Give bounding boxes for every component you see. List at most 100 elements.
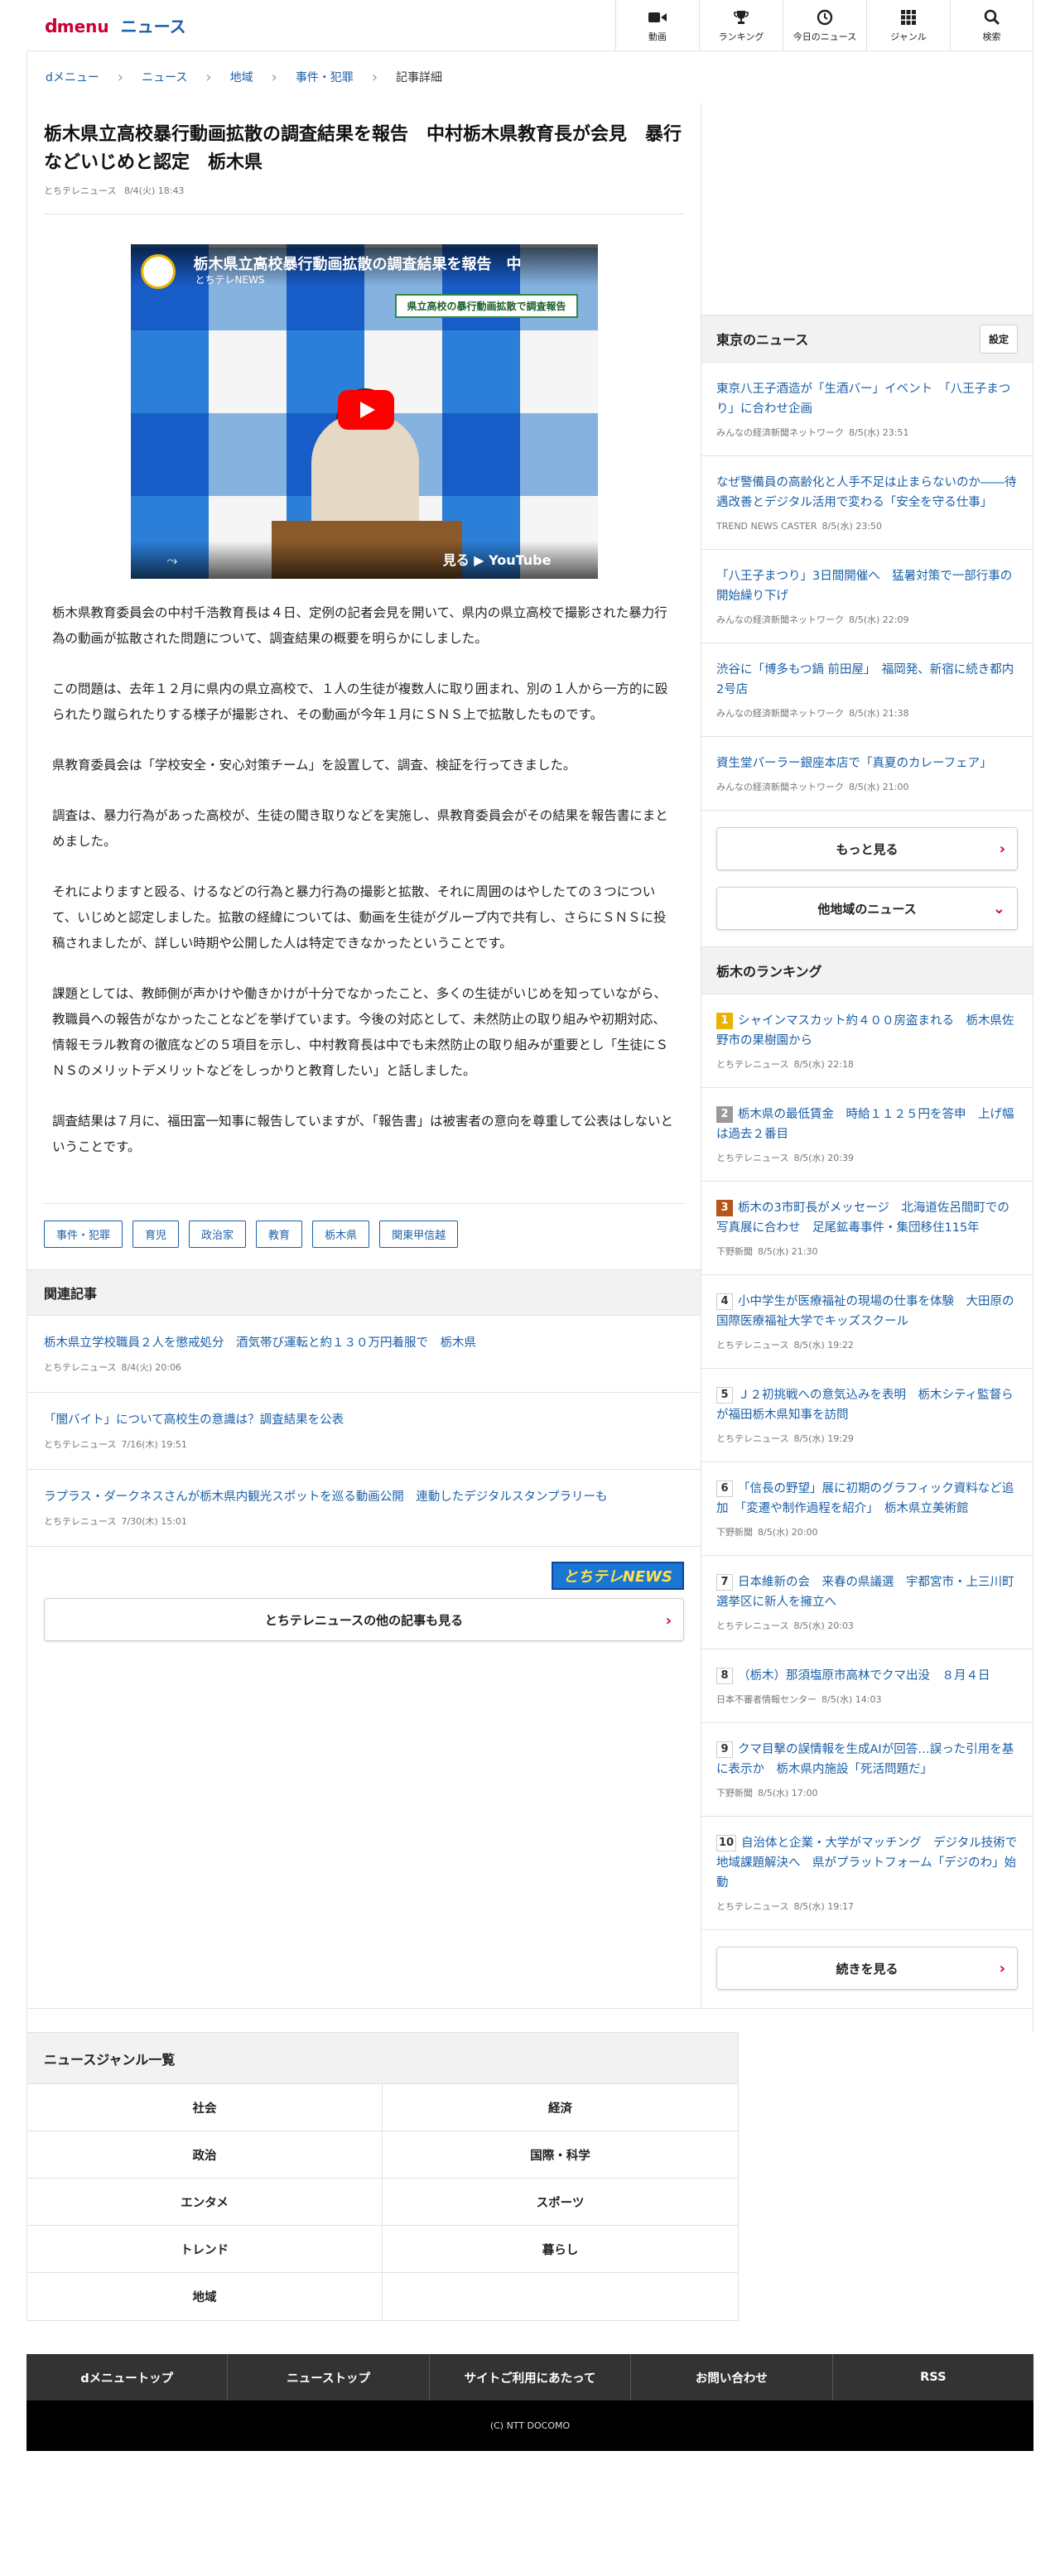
more-source-articles-label: とちテレニュースの他の記事も見る [264,1612,464,1628]
channel-avatar-icon[interactable] [140,254,176,289]
rank-number: 2 [716,1106,733,1123]
tokyo-news-item-title[interactable]: 「八王子まつり」3日間開催へ 猛暑対策で一部行事の開始繰り下げ [716,566,1018,606]
nav-ranking[interactable]: ランキング [699,0,783,51]
footer-rss[interactable]: RSS [833,2354,1034,2400]
rank-number: 9 [716,1741,733,1758]
ranking-item[interactable]: 7 日本維新の会 来春の県議選 宇都宮市・上三川町選挙区に新人を擁立へとちテレニュ… [701,1556,1033,1649]
chevron-down-icon: ⌄ [992,900,1005,917]
ranking-item-link[interactable]: 1 シャインマスカット約４００房盗まれる 栃木県佐野市の果樹園から [716,1011,1018,1051]
tokyo-news-item-title[interactable]: なぜ警備員の高齢化と人手不足は止まらないのか――待遇改善とデジタル活用で変わる「… [716,473,1018,513]
related-title[interactable]: 栃木県立学校職員２人を懲戒処分 酒気帯び運転と約１３０万円着服で 栃木県 [44,1334,684,1352]
tokyo-news-item-title[interactable]: 渋谷に「博多もつ鍋 前田屋」 福岡発、新宿に続き都内2号店 [716,660,1018,700]
tokyo-news-heading: 東京のニュース 設定 [701,315,1033,363]
ranking-more-button[interactable]: 続きを見る › [716,1947,1018,1990]
related-item[interactable]: 栃木県立学校職員２人を懲戒処分 酒気帯び運転と約１３０万円着服で 栃木県 とちテ… [27,1316,701,1393]
breadcrumb-crime[interactable]: 事件・犯罪 [296,69,354,85]
genre-life[interactable]: 暮らし [383,2226,738,2273]
ranking-title: 栃木のランキング [716,964,822,980]
video-title[interactable]: 栃木県立高校暴行動画拡散の調査結果を報告 中 [194,256,522,273]
footer-dmenu-top[interactable]: dメニュートップ [26,2354,229,2400]
tokyo-news-item-date: 8/5(水) 21:00 [849,782,909,792]
trophy-icon [733,8,749,26]
tokyo-news-item[interactable]: なぜ警備員の高齢化と人手不足は止まらないのか――待遇改善とデジタル活用で変わる「… [701,456,1033,550]
tokyo-news-item[interactable]: 「八王子まつり」3日間開催へ 猛暑対策で一部行事の開始繰り下げ みんなの経済新聞ネ… [701,550,1033,643]
genre-entertainment[interactable]: エンタメ [27,2179,383,2226]
share-icon[interactable]: ⤳ [167,552,178,569]
tag-education[interactable]: 教育 [256,1221,303,1248]
ranking-item[interactable]: 1 シャインマスカット約４００房盗まれる 栃木県佐野市の果樹園から とちテレニュース… [701,994,1033,1088]
ranking-more-label: 続きを見る [836,1961,899,1977]
genre-politics[interactable]: 政治 [27,2131,383,2179]
nav-video[interactable]: 動画 [615,0,699,51]
source-logo[interactable]: とちテレNEWS [27,1547,684,1590]
nav-ranking-label: ランキング [718,31,764,42]
related-title[interactable]: ラプラス・ダークネスさんが栃木県内観光スポットを巡る動画公開 連動したデジタルス… [44,1488,684,1506]
nav-today[interactable]: 今日のニュース [783,0,866,51]
tag-tochigi[interactable]: 栃木県 [312,1221,370,1248]
ranking-item-meta: 日本不審者情報センター 8/5(水) 14:03 [716,1692,1018,1706]
genre-world-science[interactable]: 国際・科学 [383,2131,738,2179]
ranking-item[interactable]: 9 クマ目撃の誤情報を生成AIが回答…誤った引用を基に表示か 栃木県内施設「死活問… [701,1723,1033,1817]
search-icon [984,8,1000,26]
tokyo-news-item[interactable]: 渋谷に「博多もつ鍋 前田屋」 福岡発、新宿に続き都内2号店 みんなの経済新聞ネット… [701,643,1033,737]
ranking-item[interactable]: 10 自治体と企業・大学がマッチング デジタル技術で地域課題解決へ 県がプラットフ… [701,1817,1033,1930]
breadcrumb-news[interactable]: ニュース [142,69,187,85]
nav-genre-label: ジャンル [890,31,927,42]
watch-on-youtube-button[interactable]: 見る ▶ YouTube [443,549,552,569]
related-item[interactable]: 「闇バイト」について高校生の意識は？調査結果を公表 とちテレニュース 7/16(木… [27,1393,701,1470]
ranking-item[interactable]: 4 小中学生が医療福祉の現場の仕事を体験 大田原の国際医療福祉大学でキッズスクール… [701,1275,1033,1369]
ranking-item[interactable]: 5 Ｊ２初挑戦への意気込みを表明 栃木シティ監督らが福田栃木県知事を訪問とちテレニ… [701,1369,1033,1462]
tag-childcare[interactable]: 育児 [132,1221,180,1248]
rank-number: 10 [716,1835,736,1851]
ranking-item-date: 8/5(水) 19:17 [793,1901,854,1912]
ranking-item-link[interactable]: 9 クマ目撃の誤情報を生成AIが回答…誤った引用を基に表示か 栃木県内施設「死活問… [716,1740,1018,1779]
ranking-item[interactable]: 3 栃木の3市町長がメッセージ 北海道佐呂間町での写真展に合わせ 足尾鉱毒事件・集… [701,1182,1033,1275]
tag-politician[interactable]: 政治家 [189,1221,247,1248]
breadcrumb-region[interactable]: 地域 [230,69,253,85]
genre-economy[interactable]: 経済 [383,2084,738,2131]
ranking-item-link[interactable]: 4 小中学生が医療福祉の現場の仕事を体験 大田原の国際医療福祉大学でキッズスクール [716,1292,1018,1331]
footer-contact[interactable]: お問い合わせ [631,2354,833,2400]
video-player[interactable]: 県立高校の暴行動画拡散で調査報告 栃木県立高校暴行動画拡散の調査結果を報告 中 … [130,244,598,579]
tokyo-news-item-title[interactable]: 東京八王子酒造が「生酒バー」イベント 「八王子まつり」に合わせ企画 [716,379,1018,419]
ranking-item-link[interactable]: 2 栃木県の最低賃金 時給１１２５円を答申 上げ幅は過去２番目 [716,1105,1018,1144]
article-paragraph: 栃木県教育委員会の中村千浩教育長は４日、定例の記者会見を開いて、県内の県立高校で… [52,605,667,646]
tokyo-news-item-meta: みんなの経済新聞ネットワーク 8/5(水) 21:00 [716,780,1018,793]
settings-button[interactable]: 設定 [979,324,1018,354]
tokyo-news-item[interactable]: 資生堂パーラー銀座本店で「真夏のカレーフェア」みんなの経済新聞ネットワーク 8/5… [701,737,1033,811]
footer-terms[interactable]: サイトご利用にあたって [430,2354,632,2400]
tokyo-more-button[interactable]: もっと見る › [716,827,1018,870]
ranking-item-link[interactable]: 3 栃木の3市町長がメッセージ 北海道佐呂間町での写真展に合わせ 足尾鉱毒事件・集… [716,1198,1018,1238]
ranking-item-date: 8/5(水) 20:03 [793,1620,854,1631]
other-regions-button[interactable]: 他地域のニュース ⌄ [716,887,1018,930]
ranking-item[interactable]: 2 栃木県の最低賃金 時給１１２５円を答申 上げ幅は過去２番目 とちテレニュース 8/… [701,1088,1033,1182]
ranking-item-source: とちテレニュース [716,1433,789,1444]
ranking-item-link[interactable]: 6 「信長の野望」展に初期のグラフィック資料など追加 「変遷や制作過程を紹介」 栃… [716,1479,1018,1519]
genre-sports[interactable]: スポーツ [383,2179,738,2226]
nav-genre[interactable]: ジャンル [866,0,950,51]
genre-trend[interactable]: トレンド [27,2226,383,2273]
more-source-articles-button[interactable]: とちテレニュースの他の記事も見る › [44,1598,684,1641]
breadcrumb-dmenu[interactable]: dメニュー [46,69,99,85]
ranking-item-link[interactable]: 8 （栃木）那須塩原市高林でクマ出没 ８月４日 [716,1666,1018,1686]
tokyo-news-item[interactable]: 東京八王子酒造が「生酒バー」イベント 「八王子まつり」に合わせ企画 みんなの経済新… [701,363,1033,456]
related-date: 7/30(木) 15:01 [121,1516,187,1527]
ranking-item-link[interactable]: 10 自治体と企業・大学がマッチング デジタル技術で地域課題解決へ 県がプラットフ… [716,1833,1018,1893]
tag-kanto[interactable]: 関東甲信越 [379,1221,459,1248]
ranking-item-link[interactable]: 5 Ｊ２初挑戦への意気込みを表明 栃木シティ監督らが福田栃木県知事を訪問 [716,1385,1018,1425]
ranking-item-link[interactable]: 7 日本維新の会 来春の県議選 宇都宮市・上三川町選挙区に新人を擁立へ [716,1572,1018,1612]
dmenu-news-logo[interactable]: d menu ニュース [26,13,186,37]
ranking-item-source: とちテレニュース [716,1620,789,1631]
play-button-icon[interactable] [337,390,394,430]
tag-crime[interactable]: 事件・犯罪 [44,1221,123,1248]
ranking-item-source: 日本不審者情報センター [716,1694,817,1705]
ranking-item[interactable]: 6 「信長の野望」展に初期のグラフィック資料など追加 「変遷や制作過程を紹介」 栃… [701,1462,1033,1556]
ranking-item[interactable]: 8 （栃木）那須塩原市高林でクマ出没 ８月４日日本不審者情報センター 8/5(水) … [701,1649,1033,1723]
genre-society[interactable]: 社会 [27,2084,383,2131]
nav-search[interactable]: 検索 [950,0,1034,51]
genre-region[interactable]: 地域 [27,2273,383,2320]
related-item[interactable]: ラプラス・ダークネスさんが栃木県内観光スポットを巡る動画公開 連動したデジタルス… [27,1470,701,1547]
related-title[interactable]: 「闇バイト」について高校生の意識は？調査結果を公表 [44,1411,684,1429]
footer-news-top[interactable]: ニューストップ [228,2354,430,2400]
tokyo-news-item-title[interactable]: 資生堂パーラー銀座本店で「真夏のカレーフェア」 [716,754,1018,773]
